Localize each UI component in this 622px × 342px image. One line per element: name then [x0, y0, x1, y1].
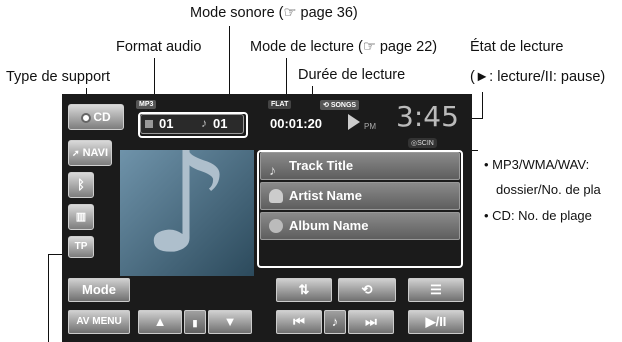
next-icon: ⏭ [365, 314, 377, 329]
scin-label: SCIN [417, 140, 434, 147]
bluetooth-button[interactable]: ᛒ [68, 172, 94, 198]
tp-label: TP [74, 241, 88, 252]
album-artwork: ♪ [120, 150, 254, 276]
folder-down-button[interactable]: ▼ [208, 310, 252, 334]
music-note-icon: ♪ [142, 150, 232, 276]
av-menu-button[interactable]: AV MENU [68, 310, 130, 334]
annotation-type-support: Type de support [6, 69, 110, 85]
arrow-up-icon: ▲ [153, 314, 167, 329]
previous-icon: ⏮ [293, 314, 305, 329]
annotation-mode-lecture: Mode de lecture (☞ page 22) [250, 39, 438, 55]
leader-line-etat [482, 92, 483, 118]
arrow-down-icon: ▼ [223, 314, 237, 329]
repeat-label: SONGS [330, 102, 357, 109]
annotation-folder-note-line2: dossier/No. de pla [496, 182, 601, 197]
scin-badge: ◎SCIN [408, 138, 437, 148]
mode-button[interactable]: Mode [68, 278, 130, 302]
repeat-badge: ⟲ SONGS [320, 100, 360, 110]
elapsed-time: 00:01:20 [270, 116, 323, 131]
repeat-toggle-icon: ⟲ [361, 282, 373, 297]
clock-ampm: PM [364, 122, 376, 131]
disc-icon [81, 112, 92, 123]
folder-note-text-1: MP3/WMA/WAV: [492, 157, 590, 172]
leader-line-artwork-v [48, 254, 49, 342]
sound-badge: FLAT [268, 100, 292, 109]
annotation-format-audio: Format audio [116, 39, 202, 55]
random-button[interactable]: ⇅ [276, 278, 332, 302]
highlight-track-number [138, 112, 248, 138]
folder-icon-button: ▮ [184, 310, 206, 334]
mode-label: Mode [82, 282, 116, 297]
previous-track-button[interactable]: ⏮ [276, 310, 322, 334]
av-menu-label: AV MENU [76, 316, 122, 327]
folder-up-button[interactable]: ▲ [138, 310, 182, 334]
bluetooth-icon: ᛒ [77, 177, 85, 192]
annotation-mode-sonore: Mode sonore (☞ page 36) [190, 5, 358, 21]
cd-note-text: CD: No. de plage [492, 208, 592, 223]
list-button[interactable]: ☰ [408, 278, 464, 302]
navi-button[interactable]: ➚ NAVI [68, 140, 112, 166]
source-label: CD [93, 110, 111, 124]
annotation-folder-note-line1: • MP3/WMA/WAV: [484, 157, 590, 172]
clock-time: 3:45 [396, 100, 459, 133]
play-pause-icon: ▶/II [425, 314, 447, 329]
format-badge: MP3 [136, 100, 157, 109]
track-indicator: ♪ [324, 310, 346, 334]
annotation-cd-note: • CD: No. de plage [484, 208, 592, 223]
folder-indicator-icon: ▮ [192, 318, 198, 328]
navi-icon: ➚ [71, 148, 80, 158]
equalizer-button[interactable]: ▥ [68, 204, 94, 230]
leader-line-mode-lecture [286, 58, 287, 96]
annotation-etat-lecture: État de lecture [470, 39, 564, 55]
random-icon: ⇅ [298, 282, 310, 297]
track-indicator-icon: ♪ [331, 314, 339, 329]
repeat-icon: ⟲ [323, 102, 331, 109]
highlight-metadata [257, 150, 463, 268]
play-pause-button[interactable]: ▶/II [408, 310, 464, 334]
navi-label: NAVI [82, 147, 109, 159]
annotation-duree-lecture: Durée de lecture [298, 67, 406, 83]
tp-button[interactable]: TP [68, 236, 94, 258]
play-state-icon [348, 114, 360, 130]
leader-line-format [154, 58, 155, 96]
source-button[interactable]: CD [68, 104, 124, 130]
repeat-button[interactable]: ⟲ [338, 278, 396, 302]
leader-line-sonore [229, 26, 230, 96]
equalizer-icon: ▥ [75, 211, 87, 223]
next-track-button[interactable]: ⏭ [348, 310, 394, 334]
annotation-etat-detail: (►: lecture/II: pause) [470, 69, 606, 85]
list-icon: ☰ [430, 282, 442, 297]
